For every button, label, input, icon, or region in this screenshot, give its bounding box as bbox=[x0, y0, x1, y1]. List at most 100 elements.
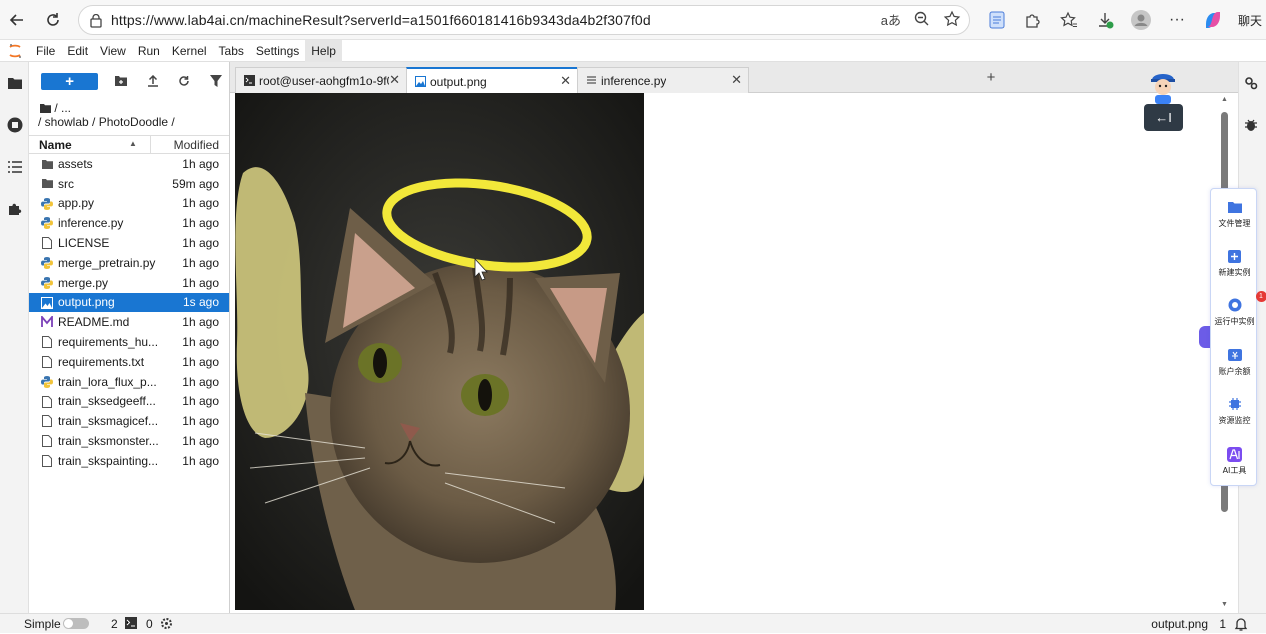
file-row[interactable]: output.png1s ago bbox=[29, 293, 229, 313]
menu-file[interactable]: File bbox=[30, 40, 61, 62]
file-row[interactable]: train_sksmonster...1h ago bbox=[29, 431, 229, 451]
file-row[interactable]: train_skspainting...1h ago bbox=[29, 451, 229, 471]
menu-tabs[interactable]: Tabs bbox=[213, 40, 250, 62]
status-bar: Simple 2 0 output.png 1 bbox=[0, 613, 1266, 633]
kernel-gear-icon[interactable] bbox=[160, 617, 173, 633]
simple-mode-toggle[interactable] bbox=[63, 618, 89, 629]
account-balance-item[interactable]: 账户余额 bbox=[1211, 347, 1258, 377]
menu-view[interactable]: View bbox=[94, 40, 132, 62]
running-sessions-tab[interactable] bbox=[4, 114, 26, 136]
file-row[interactable]: README.md1h ago bbox=[29, 312, 229, 332]
kernel-count[interactable]: 0 bbox=[146, 617, 153, 631]
file-row[interactable]: merge.py1h ago bbox=[29, 273, 229, 293]
collapse-panel-button[interactable]: ←I bbox=[1144, 104, 1183, 131]
current-file-label: output.png bbox=[1151, 617, 1208, 631]
menu-help[interactable]: Help bbox=[305, 40, 342, 62]
file-row[interactable]: assets1h ago bbox=[29, 154, 229, 174]
tab-inference-py[interactable]: inference.py ✕ bbox=[577, 67, 749, 93]
downloads-icon[interactable] bbox=[1092, 6, 1118, 34]
assistant-mascot-icon[interactable] bbox=[1148, 70, 1178, 104]
profile-avatar-icon[interactable] bbox=[1128, 6, 1154, 34]
file-file-icon bbox=[41, 415, 53, 427]
table-of-contents-tab[interactable] bbox=[4, 156, 26, 178]
tab-output-png[interactable]: output.png ✕ bbox=[406, 67, 578, 94]
terminal-status-icon[interactable] bbox=[125, 617, 137, 632]
column-name-header[interactable]: Name bbox=[39, 138, 72, 152]
site-info-icon[interactable] bbox=[89, 14, 103, 28]
file-modified: 1h ago bbox=[182, 196, 219, 210]
scroll-up-icon[interactable]: ▲ bbox=[1221, 96, 1228, 103]
running-instances-item[interactable]: 1 运行中实例 bbox=[1211, 297, 1258, 327]
menu-kernel[interactable]: Kernel bbox=[166, 40, 213, 62]
chat-label[interactable]: 聊天 bbox=[1238, 12, 1262, 29]
file-name: requirements.txt bbox=[58, 355, 144, 369]
close-tab-icon[interactable]: ✕ bbox=[560, 73, 571, 89]
file-row[interactable]: app.py1h ago bbox=[29, 194, 229, 214]
resource-monitor-item[interactable]: 资源监控 bbox=[1211, 396, 1258, 426]
image-file-icon bbox=[41, 297, 53, 309]
more-menu-icon[interactable]: ··· bbox=[1164, 6, 1190, 34]
address-bar[interactable]: https://www.lab4ai.cn/machineResult?serv… bbox=[78, 5, 970, 35]
extension-manager-tab[interactable] bbox=[4, 198, 26, 220]
stop-circle-icon bbox=[7, 117, 23, 133]
notification-bell-icon[interactable] bbox=[1234, 617, 1248, 634]
refresh-icon[interactable] bbox=[172, 71, 198, 91]
tab-output-label: output.png bbox=[430, 75, 487, 89]
menu-settings[interactable]: Settings bbox=[250, 40, 305, 62]
copilot-icon[interactable] bbox=[1200, 6, 1226, 34]
close-tab-icon[interactable]: ✕ bbox=[731, 72, 742, 88]
resource-monitor-label: 资源监控 bbox=[1211, 415, 1258, 426]
back-button[interactable] bbox=[0, 3, 34, 37]
breadcrumb-root[interactable]: / ... bbox=[40, 101, 71, 115]
file-row[interactable]: merge_pretrain.py1h ago bbox=[29, 253, 229, 273]
running-count-badge: 1 bbox=[1256, 291, 1266, 302]
file-row[interactable]: requirements.txt1h ago bbox=[29, 352, 229, 372]
file-modified: 1h ago bbox=[182, 335, 219, 349]
file-row[interactable]: train_lora_flux_p...1h ago bbox=[29, 372, 229, 392]
tab-terminal[interactable]: root@user-aohgfm1o-9f0` ✕ bbox=[235, 67, 407, 93]
ai-logo-icon bbox=[1227, 446, 1243, 462]
translate-icon[interactable]: aあ bbox=[881, 10, 901, 29]
breadcrumb-path[interactable]: / showlab / PhotoDoodle / bbox=[38, 115, 175, 129]
menu-edit[interactable]: Edit bbox=[61, 40, 94, 62]
file-file-icon bbox=[41, 435, 53, 447]
new-folder-icon[interactable] bbox=[108, 71, 134, 91]
extensions-icon[interactable] bbox=[1020, 6, 1046, 34]
terminal-icon bbox=[243, 75, 255, 87]
add-tab-button[interactable]: + bbox=[982, 68, 1000, 86]
debugger-icon[interactable] bbox=[1244, 118, 1258, 135]
column-modified-header[interactable]: Modified bbox=[174, 138, 219, 152]
scroll-down-icon[interactable]: ▼ bbox=[1221, 601, 1228, 608]
upload-icon[interactable] bbox=[140, 71, 166, 91]
file-browser-tab[interactable] bbox=[4, 72, 26, 94]
ai-tools-item[interactable]: AI工具 bbox=[1211, 446, 1258, 476]
terminal-count[interactable]: 2 bbox=[111, 617, 118, 631]
menu-run[interactable]: Run bbox=[132, 40, 166, 62]
file-row[interactable]: train_sksedgeeff...1h ago bbox=[29, 392, 229, 412]
new-launcher-button[interactable]: + bbox=[41, 73, 98, 90]
folder-file-icon bbox=[41, 178, 53, 190]
new-instance-item[interactable]: 新建实例 bbox=[1211, 248, 1258, 278]
notification-count[interactable]: 1 bbox=[1219, 617, 1226, 631]
file-name: merge.py bbox=[58, 276, 108, 290]
sort-ascending-icon[interactable]: ▲ bbox=[129, 139, 137, 148]
property-inspector-icon[interactable] bbox=[1244, 76, 1258, 93]
reload-button[interactable] bbox=[36, 3, 70, 37]
favorites-icon[interactable] bbox=[1056, 6, 1082, 34]
account-balance-label: 账户余额 bbox=[1211, 366, 1258, 377]
file-row[interactable]: inference.py1h ago bbox=[29, 213, 229, 233]
file-row[interactable]: requirements_hu...1h ago bbox=[29, 332, 229, 352]
file-modified: 1h ago bbox=[182, 236, 219, 250]
reading-view-icon[interactable] bbox=[984, 6, 1010, 34]
file-name: train_skspainting... bbox=[58, 454, 158, 468]
filter-icon[interactable] bbox=[203, 71, 229, 91]
file-manager-item[interactable]: 文件管理 bbox=[1211, 199, 1258, 229]
file-row[interactable]: train_sksmagicef...1h ago bbox=[29, 411, 229, 431]
file-row[interactable]: src59m ago bbox=[29, 174, 229, 194]
column-divider[interactable] bbox=[150, 136, 151, 154]
favorite-star-icon[interactable] bbox=[943, 10, 961, 28]
close-tab-icon[interactable]: ✕ bbox=[389, 72, 400, 88]
file-modified: 1h ago bbox=[182, 315, 219, 329]
file-row[interactable]: LICENSE1h ago bbox=[29, 233, 229, 253]
zoom-icon[interactable] bbox=[913, 10, 931, 28]
